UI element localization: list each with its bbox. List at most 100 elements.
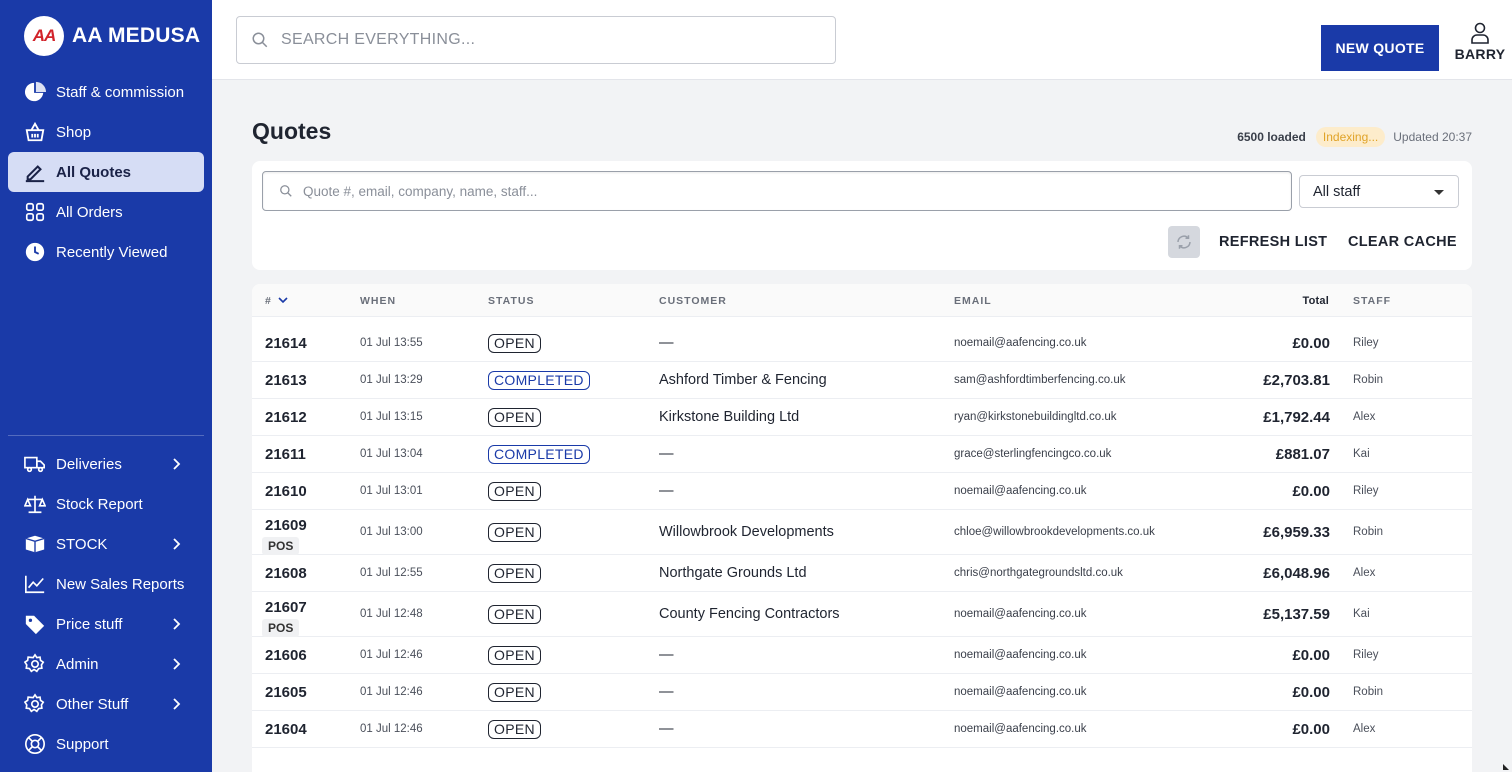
sidebar-item-stock[interactable]: STOCK [8,524,204,564]
status-badge: OPEN [488,645,541,665]
sidebar-item-price-stuff[interactable]: Price stuff [8,604,204,644]
status-badge: OPEN [488,522,541,542]
quote-when: 01 Jul 13:01 [360,484,423,497]
chevron-right-icon [173,618,181,630]
mouse-cursor [1503,764,1509,770]
column-header-when[interactable]: WHEN [360,295,396,307]
quote-when: 01 Jul 12:46 [360,648,423,661]
column-header-status[interactable]: STATUS [488,295,534,307]
sidebar-item-recently-viewed[interactable]: Recently Viewed [8,232,204,272]
line-chart-icon [24,573,46,595]
quote-when: 01 Jul 12:46 [360,685,423,698]
table-row[interactable]: 21612 01 Jul 13:15 OPEN Kirkstone Building … [252,399,1472,436]
global-search[interactable] [236,16,836,64]
box-icon [24,533,46,555]
indexing-badge: Indexing... [1315,127,1386,147]
table-row[interactable]: 21610 01 Jul 13:01 OPEN — noemail@aafencing.… [252,473,1472,510]
customer-name: Kirkstone Building Ltd [659,408,800,425]
quote-total: £6,959.33 [1263,523,1330,541]
sidebar-item-label: Staff & commission [56,83,185,101]
quote-total: £0.00 [1292,683,1330,701]
customer-email: sam@ashfordtimberfencing.co.uk [954,373,1126,386]
quote-when: 01 Jul 12:55 [360,566,423,579]
sidebar-item-shop[interactable]: Shop [8,112,204,152]
quote-number: 21605 [265,683,307,701]
quotes-table: # WHEN STATUS CUSTOMER EMAIL Total STAFF… [252,284,1472,772]
table-row[interactable]: 21613 01 Jul 13:29 COMPLETED Ashford Timber… [252,362,1472,399]
brand[interactable]: AA AA MEDUSA [24,16,200,56]
quote-when: 01 Jul 13:55 [360,336,423,349]
table-row[interactable]: 21614 01 Jul 13:55 OPEN — noemail@aafencing.… [252,325,1472,362]
staff-name: Robin [1353,373,1384,386]
refresh-list-button[interactable]: REFRESH LIST [1219,234,1327,250]
search-icon [252,32,268,48]
logo: AA [24,16,64,56]
quote-number: 21613 [265,371,307,389]
table-row[interactable]: 21611 01 Jul 13:04 COMPLETED — grace@sterlin… [252,436,1472,473]
customer-email: noemail@aafencing.co.uk [954,484,1087,497]
column-header-customer[interactable]: CUSTOMER [659,295,727,307]
sidebar-item-support[interactable]: Support [8,724,204,764]
clock-icon [24,241,46,263]
staff-name: Riley [1353,484,1379,497]
sidebar-item-staff-commission[interactable]: Staff & commission [8,72,204,112]
staff-name: Kai [1353,607,1370,620]
staff-select-value: All staff [1313,183,1361,200]
table-row[interactable]: 21608 01 Jul 12:55 OPEN Northgate Grounds L… [252,555,1472,592]
quote-total: £5,137.59 [1263,605,1330,623]
sidebar-item-label: Deliveries [56,455,122,473]
quote-search[interactable] [262,171,1292,211]
sidebar-item-deliveries[interactable]: Deliveries [8,444,204,484]
staff-name: Kai [1353,447,1370,460]
column-header-total[interactable]: Total [1303,295,1329,307]
global-search-input[interactable] [281,31,821,49]
refresh-icon-button[interactable] [1168,226,1200,258]
scales-icon [24,493,46,515]
quote-when: 01 Jul 13:04 [360,447,423,460]
filter-card: All staff REFRESH LIST CLEAR CACHE [252,161,1472,270]
sidebar-item-stock-report[interactable]: Stock Report [8,484,204,524]
customer-name: Ashford Timber & Fencing [659,371,827,388]
sidebar-item-other-stuff[interactable]: Other Stuff [8,684,204,724]
customer-email: grace@sterlingfencingco.co.uk [954,447,1112,460]
status-badge: OPEN [488,682,541,702]
customer-name: County Fencing Contractors [659,605,840,622]
column-header-staff[interactable]: STAFF [1353,295,1391,307]
user-name: BARRY [1454,46,1506,62]
gear-icon [24,653,46,675]
quote-number: 21609 [265,517,307,534]
sidebar-item-label: Stock Report [56,495,143,513]
table-row[interactable]: 21604 01 Jul 12:46 OPEN — noemail@aafencing.… [252,711,1472,748]
status-badge: OPEN [488,563,541,583]
sidebar-item-new-sales-reports[interactable]: New Sales Reports [8,564,204,604]
column-header-email[interactable]: EMAIL [954,295,992,307]
column-header-number[interactable]: # [265,295,288,307]
user-menu[interactable]: BARRY [1452,22,1508,62]
sidebar-item-all-quotes[interactable]: All Quotes [8,152,204,192]
sidebar-item-label: All Orders [56,203,123,221]
staff-name: Alex [1353,566,1376,579]
staff-select[interactable]: All staff [1299,175,1459,208]
table-row[interactable]: 21609 POS 01 Jul 13:00 OPEN Willowbrook Deve… [252,510,1472,555]
sidebar-item-label: STOCK [56,535,108,553]
list-meta: 6500 loaded Indexing... Updated 20:37 [1237,127,1472,147]
staff-name: Alex [1353,722,1376,735]
table-row[interactable]: 21606 01 Jul 12:46 OPEN — noemail@aafencing.… [252,637,1472,674]
sort-chevron-icon [278,297,288,304]
quote-total: £0.00 [1292,720,1330,738]
quote-search-input[interactable] [303,183,1263,199]
sidebar-item-all-orders[interactable]: All Orders [8,192,204,232]
clear-cache-button[interactable]: CLEAR CACHE [1348,234,1457,250]
new-quote-button[interactable]: NEW QUOTE [1321,25,1439,71]
table-header: # WHEN STATUS CUSTOMER EMAIL Total STAFF [252,284,1472,317]
table-row[interactable]: 21607 POS 01 Jul 12:48 OPEN County Fencing C… [252,592,1472,637]
status-badge: OPEN [488,719,541,739]
sidebar-item-label: Shop [56,123,92,141]
sidebar-item-label: Other Stuff [56,695,129,713]
table-row[interactable]: 21605 01 Jul 12:46 OPEN — noemail@aafencing.… [252,674,1472,711]
sidebar-item-admin[interactable]: Admin [8,644,204,684]
customer-name: — [659,334,674,351]
updated-time: Updated 20:37 [1393,130,1472,144]
quote-number: 21607 [265,599,307,616]
quote-total: £1,792.44 [1263,408,1330,426]
